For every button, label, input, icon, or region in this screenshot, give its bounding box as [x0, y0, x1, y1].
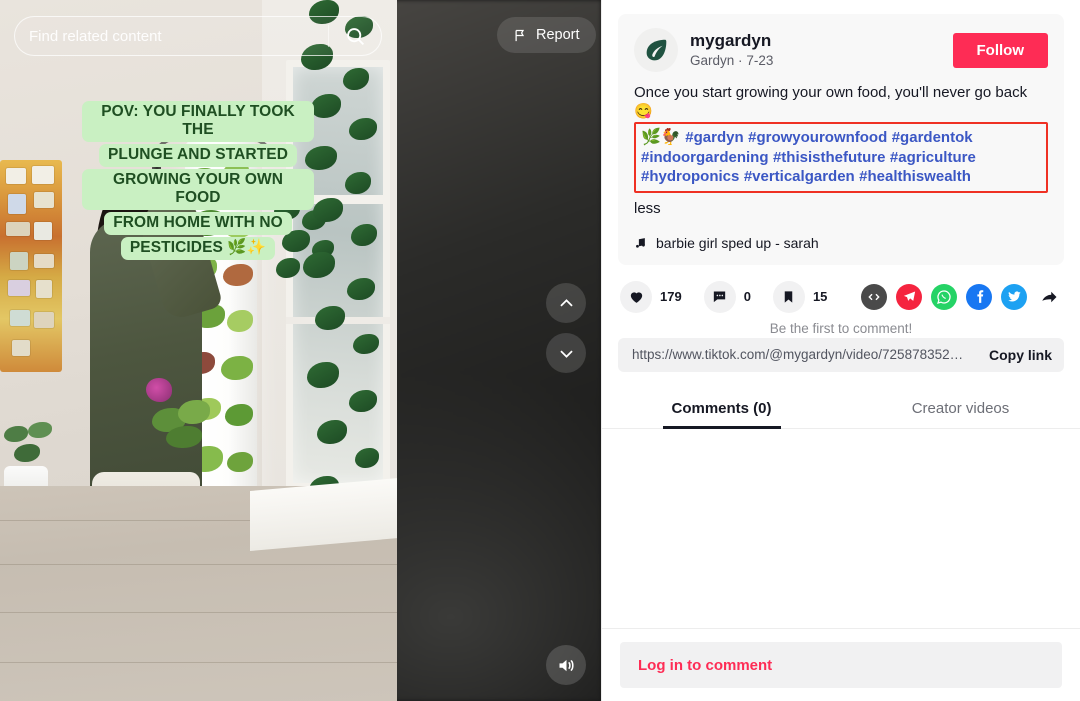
previous-video-button[interactable] [546, 283, 586, 323]
post-date: 7-23 [746, 52, 774, 68]
facebook-icon[interactable] [966, 283, 992, 310]
hashtag-link[interactable]: #hydroponics [641, 168, 739, 185]
log-in-to-comment-button[interactable]: Log in to comment [620, 642, 1062, 688]
video-stage[interactable]: POV: YOU FINALLY TOOK THE PLUNGE AND STA… [0, 0, 601, 701]
video-player[interactable]: POV: YOU FINALLY TOOK THE PLUNGE AND STA… [0, 0, 397, 701]
author-display-name: Gardyn [690, 52, 735, 68]
comment-stat[interactable]: 0 [703, 280, 751, 313]
login-bar: Log in to comment [602, 628, 1080, 701]
hashtag-emoji-prefix: 🌿🐓 [641, 129, 681, 146]
video-caption-overlay: POV: YOU FINALLY TOOK THE PLUNGE AND STA… [82, 100, 314, 261]
follow-button[interactable]: Follow [952, 32, 1048, 68]
search-icon [346, 27, 364, 45]
bookmark-count: 15 [812, 289, 828, 304]
like-count: 179 [660, 289, 682, 304]
chevron-up-icon [559, 298, 573, 306]
fruit-poster [0, 160, 62, 372]
avatar[interactable] [634, 28, 678, 72]
volume-button[interactable] [546, 645, 586, 685]
music-row[interactable]: barbie girl sped up - sarah [634, 235, 1048, 251]
whatsapp-icon[interactable] [931, 283, 957, 310]
like-stat[interactable]: 179 [620, 280, 682, 313]
copy-link-button[interactable]: Copy link [979, 347, 1052, 363]
like-button[interactable] [620, 280, 652, 313]
author-meta: mygardyn Gardyn · 7-23 [690, 31, 941, 70]
baseboard [250, 478, 397, 551]
first-comment-prompt: Be the first to comment! [769, 320, 913, 336]
post-info-card: mygardyn Gardyn · 7-23 Follow Once you s… [618, 14, 1064, 265]
hashtags-highlight-box: 🌿🐓 #gardyn #growyourownfood #gardentok #… [634, 122, 1048, 193]
bookmark-icon [785, 290, 793, 303]
music-note-icon [636, 237, 645, 248]
comment-button[interactable] [703, 280, 736, 313]
tab-creator-videos[interactable]: Creator videos [841, 390, 1080, 428]
volume-on-icon [559, 659, 574, 671]
next-video-button[interactable] [546, 333, 586, 373]
flag-icon [515, 29, 525, 41]
hashtag-link[interactable]: #healthiswealth [859, 168, 971, 185]
caption-line: PLUNGE AND STARTED [98, 144, 298, 167]
caption-line: FROM HOME WITH NO [104, 212, 292, 235]
hashtag-link[interactable]: #gardentok [892, 129, 973, 146]
engagement-stats-row: 179 0 15 [602, 265, 1080, 317]
author-username[interactable]: mygardyn [690, 31, 941, 51]
hashtag-link[interactable]: #verticalgarden [744, 168, 855, 185]
show-less-link[interactable]: less [634, 200, 661, 217]
caption-line: PESTICIDES 🌿✨ [120, 237, 276, 260]
comment-icon [714, 291, 726, 303]
hashtag-link[interactable]: #gardyn [685, 129, 743, 146]
bookmark-button[interactable] [772, 280, 805, 313]
report-label: Report [536, 27, 580, 43]
floor-plant-left [2, 420, 58, 476]
hashtag-link[interactable]: #thisisthefuture [773, 149, 886, 166]
twitter-icon[interactable] [1001, 283, 1027, 310]
tiktok-video-page: POV: YOU FINALLY TOOK THE PLUNGE AND STA… [0, 0, 1080, 701]
heart-icon [630, 292, 642, 303]
share-arrow-icon[interactable] [1036, 284, 1062, 310]
tab-comments[interactable]: Comments (0) [602, 390, 841, 428]
hashtag-link[interactable]: #indoorgardening [641, 149, 769, 166]
author-row: mygardyn Gardyn · 7-23 Follow [634, 28, 1048, 72]
music-title: barbie girl sped up - sarah [656, 234, 819, 251]
related-content-search[interactable] [14, 16, 382, 56]
caption-line: GROWING YOUR OWN FOOD [82, 169, 314, 210]
post-description: Once you start growing your own food, yo… [634, 84, 1028, 120]
share-link-row[interactable]: https://www.tiktok.com/@mygardyn/video/7… [618, 337, 1064, 372]
leaf-logo-icon [646, 39, 667, 61]
video-url: https://www.tiktok.com/@mygardyn/video/7… [632, 347, 964, 362]
hashtag-link[interactable]: #agriculture [890, 149, 976, 166]
hashtag-link[interactable]: #growyourownfood [748, 129, 887, 146]
search-button[interactable] [329, 16, 381, 56]
bookmark-stat[interactable]: 15 [772, 280, 828, 313]
info-panel: mygardyn Gardyn · 7-23 Follow Once you s… [601, 0, 1080, 701]
comment-count: 0 [743, 289, 751, 304]
share-icons-row [861, 283, 1062, 310]
flower [146, 378, 172, 402]
search-input[interactable] [15, 27, 328, 45]
author-subtitle: Gardyn · 7-23 [690, 52, 941, 70]
chevron-down-icon [559, 350, 573, 358]
embed-icon[interactable] [861, 283, 887, 310]
meta-separator: · [738, 52, 743, 68]
harvested-greens [152, 400, 224, 456]
report-button[interactable]: Report [497, 17, 596, 53]
panel-tabs: Comments (0) Creator videos [602, 390, 1080, 429]
telegram-icon[interactable] [896, 283, 922, 310]
caption-line: POV: YOU FINALLY TOOK THE [82, 101, 314, 142]
